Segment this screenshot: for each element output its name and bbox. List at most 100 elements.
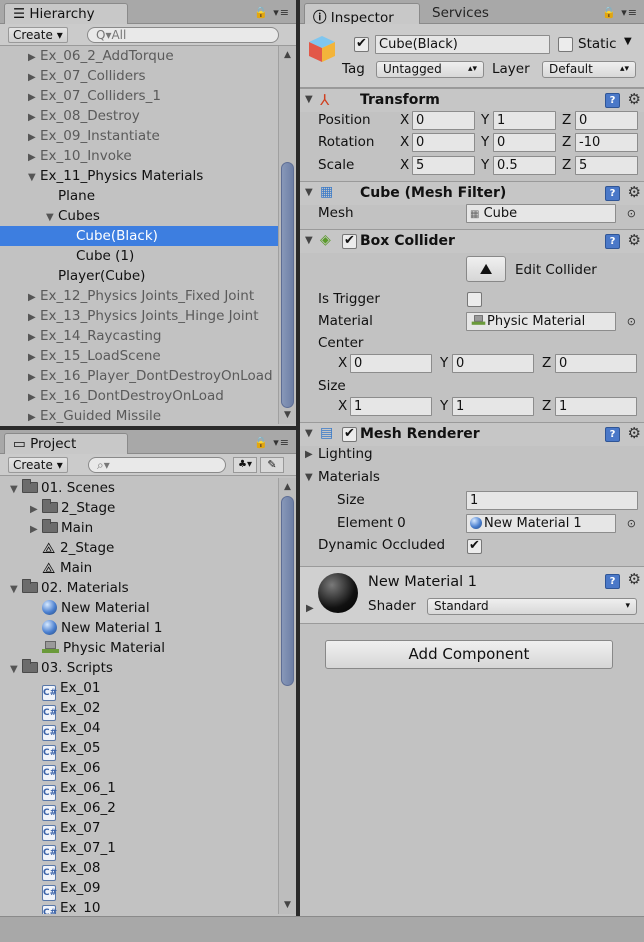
tab-inspector[interactable]: ⓘ Inspector — [304, 3, 420, 26]
hierarchy-item[interactable]: ▶ Ex_14_Raycasting — [0, 326, 278, 346]
help-icon[interactable]: ? — [605, 186, 620, 201]
expanded-arrow-icon[interactable]: ▼ — [28, 168, 40, 188]
hierarchy-item[interactable]: Plane — [0, 186, 278, 206]
hierarchy-item[interactable]: ▶ Ex_16_Player_DontDestroyOnLoad — [0, 366, 278, 386]
collapsed-arrow-icon[interactable]: ▶ — [28, 408, 40, 424]
gear-icon[interactable]: ⚙ — [628, 231, 641, 249]
hierarchy-item[interactable]: Cube (1) — [0, 246, 278, 266]
hierarchy-item[interactable]: ▶ Ex_10_Invoke — [0, 146, 278, 166]
expanded-arrow-icon[interactable]: ▼ — [46, 208, 58, 228]
rotation-x-input[interactable]: 0 — [412, 133, 475, 152]
scroll-down-icon[interactable]: ▼ — [279, 408, 296, 422]
mesh-renderer-enabled-checkbox[interactable]: ✔ — [342, 427, 357, 442]
materials-size-input[interactable]: 1 — [466, 491, 638, 510]
size-x-input[interactable]: 1 — [350, 397, 432, 416]
expand-material-icon[interactable]: ▶ — [306, 603, 314, 614]
tab-project[interactable]: ▭ Project — [4, 433, 128, 454]
tab-hierarchy[interactable]: ☰ Hierarchy — [4, 3, 128, 24]
hierarchy-item[interactable]: ▶ Ex_09_Instantiate — [0, 126, 278, 146]
collapsed-arrow-icon[interactable]: ▶ — [28, 108, 40, 128]
collapsed-arrow-icon[interactable]: ▶ — [28, 68, 40, 88]
size-z-input[interactable]: 1 — [555, 397, 637, 416]
center-z-input[interactable]: 0 — [555, 354, 637, 373]
project-item[interactable]: ⟁ 2_Stage — [0, 538, 278, 558]
help-icon[interactable]: ? — [605, 427, 620, 442]
shader-dropdown[interactable]: Standard ▾ — [427, 598, 637, 615]
collapsed-arrow-icon[interactable]: ▶ — [28, 348, 40, 368]
help-icon[interactable]: ? — [605, 574, 620, 589]
project-item[interactable]: ▶ Main — [0, 518, 278, 538]
project-item[interactable]: ⟁ Main — [0, 558, 278, 578]
tab-services[interactable]: Services — [424, 3, 497, 24]
collider-material-field[interactable]: Physic Material — [466, 312, 616, 331]
object-picker-icon[interactable]: ⊙ — [627, 517, 636, 530]
scale-y-input[interactable]: 0.5 — [493, 156, 556, 175]
project-item[interactable]: C# Ex_07_1 — [0, 838, 278, 861]
project-item[interactable]: C# Ex_08 — [0, 858, 278, 881]
collapsed-arrow-icon[interactable]: ▶ — [28, 388, 40, 408]
project-item[interactable]: ▼ 02. Materials — [0, 578, 278, 598]
project-item[interactable]: C# Ex_04 — [0, 718, 278, 741]
expanded-arrow-icon[interactable]: ▼ — [10, 480, 22, 500]
hierarchy-item[interactable]: ▼ Cubes — [0, 206, 278, 226]
project-item[interactable]: ▶ 2_Stage — [0, 498, 278, 518]
scroll-up-icon[interactable]: ▲ — [279, 48, 296, 62]
scroll-thumb[interactable] — [281, 162, 294, 408]
expanded-arrow-icon[interactable]: ▼ — [10, 660, 22, 680]
hierarchy-item[interactable]: ▶ Ex_15_LoadScene — [0, 346, 278, 366]
project-item[interactable]: ▼ 01. Scenes — [0, 478, 278, 498]
collapse-icon[interactable]: ▼ — [305, 187, 313, 198]
hierarchy-item[interactable]: ▶ Ex_Guided Missile — [0, 406, 278, 424]
edit-collider-button[interactable]: ⛰ — [466, 256, 506, 282]
gear-icon[interactable]: ⚙ — [628, 424, 641, 442]
collapsed-arrow-icon[interactable]: ▶ — [28, 328, 40, 348]
collapsed-arrow-icon[interactable]: ▶ — [28, 148, 40, 168]
collapse-icon[interactable]: ▼ — [305, 235, 313, 246]
mesh-filter-header[interactable]: ▼ ▦ Cube (Mesh Filter) ? ⚙ — [300, 181, 644, 205]
hierarchy-item[interactable]: ▶ Ex_16_DontDestroyOnLoad — [0, 386, 278, 406]
project-item[interactable]: C# Ex_01 — [0, 678, 278, 701]
search-input[interactable]: ⌕▾ — [88, 457, 226, 473]
size-y-input[interactable]: 1 — [452, 397, 534, 416]
collapsed-arrow-icon[interactable]: ▶ — [28, 88, 40, 108]
project-item[interactable]: Physic Material — [0, 638, 278, 658]
collapse-materials-icon[interactable]: ▼ — [305, 472, 313, 483]
filter-by-label-icon[interactable]: ✎ — [260, 457, 284, 473]
panel-menu-icon[interactable]: 🔒 ▾≡ — [254, 436, 290, 449]
materials-foldout[interactable]: Materials — [318, 469, 380, 485]
hierarchy-item[interactable]: Player(Cube) — [0, 266, 278, 286]
layer-dropdown[interactable]: Default ▴▾ — [542, 61, 636, 78]
project-item[interactable]: C# Ex_07 — [0, 818, 278, 841]
project-item[interactable]: C# Ex_02 — [0, 698, 278, 721]
collapsed-arrow-icon[interactable]: ▶ — [28, 288, 40, 308]
search-input[interactable]: Q▾All — [87, 27, 279, 43]
panel-menu-icon[interactable]: 🔒 ▾≡ — [254, 6, 290, 19]
add-component-button[interactable]: Add Component — [325, 640, 613, 669]
project-item[interactable]: C# Ex_06 — [0, 758, 278, 781]
hierarchy-item[interactable]: ▶ Ex_06_2_AddTorque — [0, 46, 278, 66]
collapsed-arrow-icon[interactable]: ▶ — [30, 500, 42, 520]
collapsed-arrow-icon[interactable]: ▶ — [28, 48, 40, 68]
scale-z-input[interactable]: 5 — [575, 156, 638, 175]
static-checkbox[interactable] — [558, 37, 573, 52]
collapse-icon[interactable]: ▼ — [305, 94, 313, 105]
box-collider-header[interactable]: ▼ ◈ ✔ Box Collider ? ⚙ — [300, 229, 644, 253]
scroll-thumb[interactable] — [281, 496, 294, 686]
project-item[interactable]: C# Ex_05 — [0, 738, 278, 761]
collapsed-arrow-icon[interactable]: ▶ — [30, 520, 42, 540]
create-button[interactable]: Create ▾ — [8, 457, 68, 473]
filter-by-type-icon[interactable]: ♣▾ — [233, 457, 257, 473]
project-item[interactable]: C# Ex_06_2 — [0, 798, 278, 821]
project-item[interactable]: ▼ 03. Scripts — [0, 658, 278, 678]
collapse-icon[interactable]: ▼ — [305, 428, 313, 439]
element-0-field[interactable]: New Material 1 — [466, 514, 616, 533]
hierarchy-item[interactable]: ▼ Ex_11_Physics Materials — [0, 166, 278, 186]
hierarchy-item[interactable]: ▶ Ex_07_Colliders_1 — [0, 86, 278, 106]
position-z-input[interactable]: 0 — [575, 111, 638, 130]
is-trigger-checkbox[interactable] — [467, 292, 482, 307]
collapsed-arrow-icon[interactable]: ▶ — [28, 368, 40, 388]
tag-dropdown[interactable]: Untagged ▴▾ — [376, 61, 484, 78]
gear-icon[interactable]: ⚙ — [628, 90, 641, 108]
mesh-field[interactable]: ▦ Cube — [466, 204, 616, 223]
object-name-input[interactable]: Cube(Black) — [375, 35, 550, 54]
